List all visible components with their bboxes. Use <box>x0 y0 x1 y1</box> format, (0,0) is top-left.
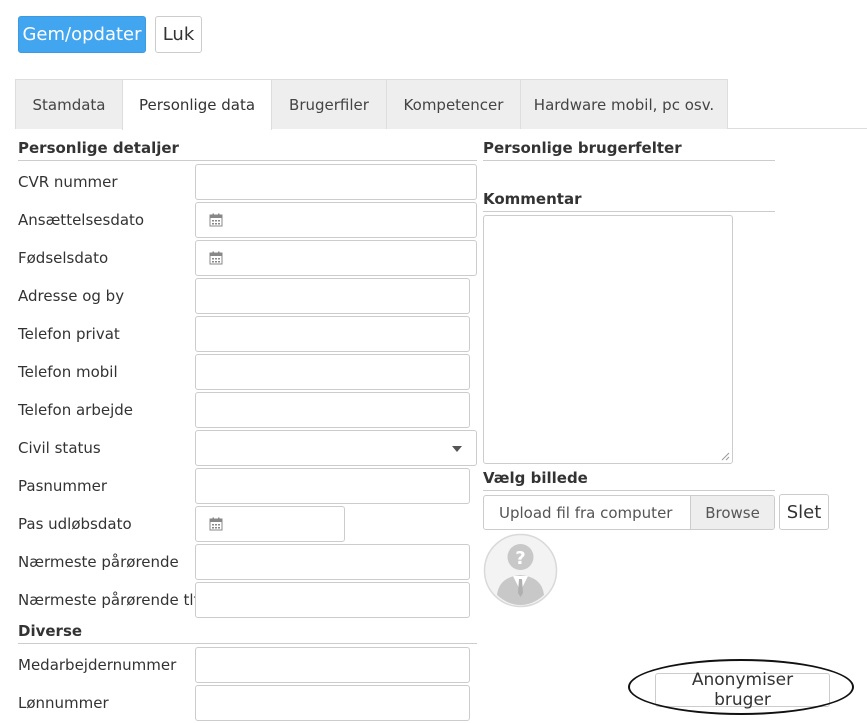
calendar-icon <box>209 251 223 265</box>
cvr-label: CVR nummer <box>18 173 118 191</box>
upload-placeholder[interactable]: Upload fil fra computer <box>484 496 690 529</box>
payroll-number-input[interactable] <box>195 685 470 721</box>
phone-private-label: Telefon privat <box>18 325 120 343</box>
section-comment: Kommentar <box>483 190 775 212</box>
passport-expiry-label: Pas udløbsdato <box>18 515 132 533</box>
next-of-kin-label: Nærmeste pårørende <box>18 553 179 571</box>
cvr-input[interactable] <box>195 164 477 200</box>
tab-brugerfiler[interactable]: Brugerfiler <box>271 79 387 129</box>
tab-hardware[interactable]: Hardware mobil, pc osv. <box>520 79 728 129</box>
employee-number-label: Medarbejdernummer <box>18 656 177 674</box>
tab-stamdata[interactable]: Stamdata <box>15 79 123 129</box>
next-of-kin-input[interactable] <box>195 544 470 580</box>
browse-button[interactable]: Browse <box>690 496 774 529</box>
phone-mobile-input[interactable] <box>195 354 470 390</box>
phone-mobile-label: Telefon mobil <box>18 363 118 381</box>
chevron-down-icon <box>452 446 462 452</box>
comment-textarea[interactable] <box>483 215 733 464</box>
birth-date-label: Fødselsdato <box>18 249 109 267</box>
tab-personlige-data[interactable]: Personlige data <box>122 79 272 130</box>
birth-date-input[interactable] <box>195 240 477 276</box>
close-button[interactable]: Luk <box>155 16 202 53</box>
section-misc: Diverse <box>18 622 477 644</box>
address-label: Adresse og by <box>18 287 125 305</box>
passport-expiry-input[interactable] <box>195 506 345 542</box>
calendar-icon <box>209 213 223 227</box>
employee-number-input[interactable] <box>195 647 470 683</box>
phone-private-input[interactable] <box>195 316 470 352</box>
section-personal-details: Personlige detaljer <box>18 139 477 161</box>
resize-handle-icon[interactable] <box>720 451 730 461</box>
calendar-icon <box>209 517 223 531</box>
tab-kompetencer[interactable]: Kompetencer <box>386 79 521 129</box>
employment-date-input[interactable] <box>195 202 477 238</box>
passport-number-label: Pasnummer <box>18 477 108 495</box>
phone-work-label: Telefon arbejde <box>18 401 133 419</box>
next-of-kin-phone-label: Nærmeste pårørende tlf. <box>18 591 203 609</box>
address-input[interactable] <box>195 278 470 314</box>
employment-date-label: Ansættelsesdato <box>18 211 145 229</box>
save-update-button[interactable]: Gem/opdater <box>18 16 146 53</box>
svg-text:?: ? <box>515 548 525 569</box>
file-upload-group[interactable]: Upload fil fra computer Browse <box>483 495 775 530</box>
civil-status-select[interactable] <box>195 430 477 466</box>
payroll-number-label: Lønnummer <box>18 694 109 712</box>
highlight-annotation-oval <box>628 659 854 715</box>
passport-number-input[interactable] <box>195 468 470 504</box>
section-personal-user-fields: Personlige brugerfelter <box>483 139 775 161</box>
avatar-placeholder-icon: ? <box>483 533 558 608</box>
next-of-kin-phone-input[interactable] <box>195 582 470 618</box>
civil-status-label: Civil status <box>18 439 101 457</box>
delete-image-button[interactable]: Slet <box>779 494 829 530</box>
phone-work-input[interactable] <box>195 392 470 428</box>
section-choose-image: Vælg billede <box>483 469 775 491</box>
